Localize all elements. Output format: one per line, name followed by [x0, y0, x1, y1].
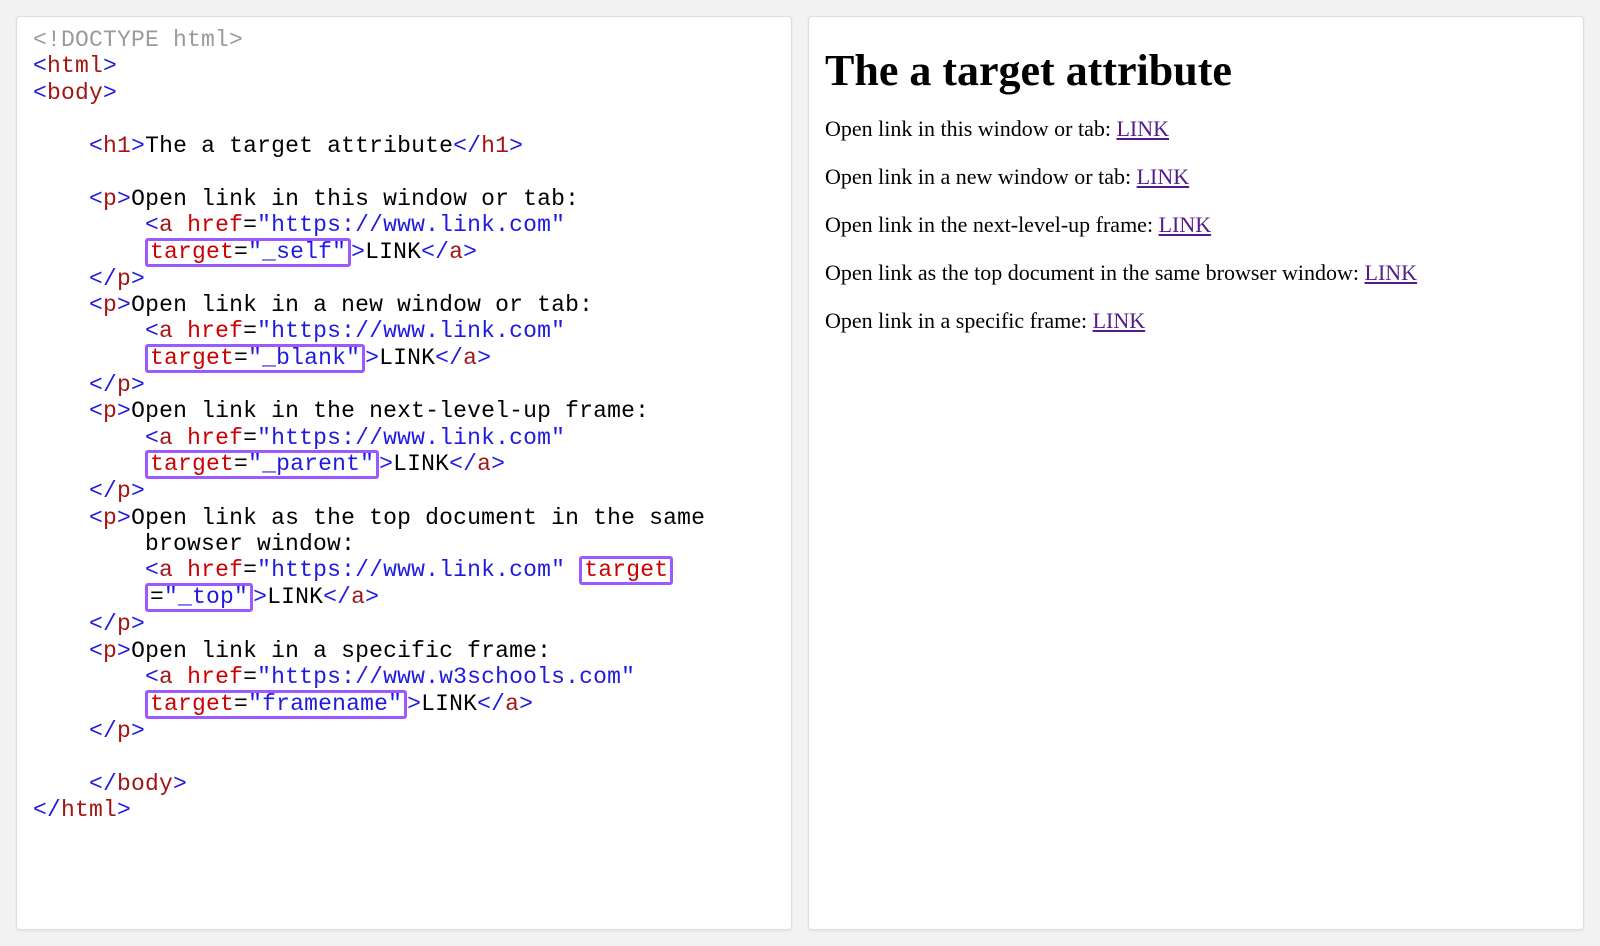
- highlight-target-blank: target="_blank": [145, 344, 365, 373]
- preview-text: Open link in this window or tab:: [825, 116, 1116, 141]
- highlight-target-self: target="_self": [145, 238, 351, 267]
- preview-link-2[interactable]: LINK: [1137, 164, 1190, 189]
- highlight-target-top-a: target: [579, 556, 673, 585]
- preview-link-4[interactable]: LINK: [1365, 260, 1418, 285]
- highlight-target-parent: target="_parent": [145, 450, 379, 479]
- preview-link-3[interactable]: LINK: [1159, 212, 1212, 237]
- highlight-target-framename: target="framename": [145, 690, 407, 719]
- preview-item-5: Open link in a specific frame: LINK: [825, 308, 1567, 334]
- preview-heading: The a target attribute: [825, 45, 1567, 96]
- preview-pane: The a target attribute Open link in this…: [808, 16, 1584, 930]
- html-open: <: [33, 53, 47, 79]
- preview-item-2: Open link in a new window or tab: LINK: [825, 164, 1567, 190]
- body-open: <: [33, 80, 47, 106]
- preview-text: Open link in a new window or tab:: [825, 164, 1137, 189]
- preview-link-5[interactable]: LINK: [1093, 308, 1146, 333]
- highlight-target-top-b: ="_top": [145, 583, 253, 612]
- preview-text: Open link as the top document in the sam…: [825, 260, 1365, 285]
- preview-item-4: Open link as the top document in the sam…: [825, 260, 1567, 286]
- split-view: <!DOCTYPE html> <html> <body> <h1>The a …: [0, 0, 1600, 946]
- preview-text: Open link in a specific frame:: [825, 308, 1093, 333]
- code-pane: <!DOCTYPE html> <html> <body> <h1>The a …: [16, 16, 792, 930]
- preview-link-1[interactable]: LINK: [1116, 116, 1169, 141]
- preview-text: Open link in the next-level-up frame:: [825, 212, 1159, 237]
- preview-item-3: Open link in the next-level-up frame: LI…: [825, 212, 1567, 238]
- preview-item-1: Open link in this window or tab: LINK: [825, 116, 1567, 142]
- doctype: <!DOCTYPE html>: [33, 27, 243, 53]
